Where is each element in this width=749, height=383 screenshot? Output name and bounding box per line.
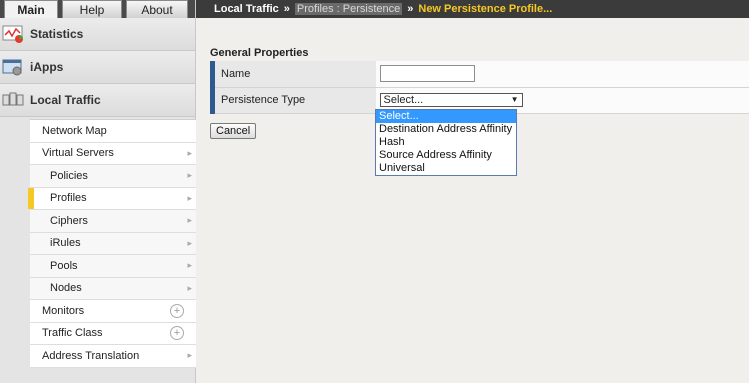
local-traffic-icon	[2, 90, 24, 110]
menu-item-policies[interactable]: Policies ▸	[30, 165, 196, 188]
menu-item-label: Virtual Servers	[42, 147, 114, 160]
chevron-right-icon: ▸	[187, 170, 192, 181]
persistence-type-select[interactable]: Select... ▼	[379, 93, 523, 107]
persistence-type-label: Persistence Type	[210, 87, 376, 114]
tab-about[interactable]: About	[126, 0, 188, 18]
menu-item-label: Ciphers	[50, 214, 88, 227]
nav-section-iapps[interactable]: iApps	[0, 51, 195, 84]
menu-item-label: Policies	[50, 169, 88, 182]
menu-item-ciphers[interactable]: Ciphers ▸	[30, 210, 196, 233]
nav-section-label: Statistics	[30, 27, 84, 41]
chevron-right-icon: ▸	[187, 282, 192, 293]
properties-table: Name Persistence Type Select... ▼	[210, 61, 749, 114]
persistence-type-options: Select... Destination Address Affinity H…	[375, 109, 517, 176]
menu-item-monitors[interactable]: Monitors +	[30, 300, 196, 323]
name-input[interactable]	[379, 65, 475, 83]
iapps-icon	[2, 57, 24, 77]
nav-section-label: Local Traffic	[30, 93, 101, 107]
tab-main[interactable]: Main	[4, 0, 58, 18]
breadcrumb: Local Traffic » Profiles : Persistence »…	[196, 0, 749, 18]
nav-section-label: iApps	[30, 60, 64, 74]
breadcrumb-separator: »	[407, 3, 414, 15]
menu-item-label: Address Translation	[42, 349, 140, 362]
menu-item-label: Profiles	[50, 192, 87, 205]
chevron-right-icon: ▸	[187, 350, 192, 361]
menu-item-label: Pools	[50, 259, 78, 272]
breadcrumb-link-profiles[interactable]: Profiles : Persistence	[294, 3, 403, 15]
name-label: Name	[210, 61, 376, 88]
option-destination-address-affinity[interactable]: Destination Address Affinity	[376, 123, 516, 136]
name-row: Name	[210, 61, 749, 88]
menu-item-label: Nodes	[50, 282, 82, 295]
left-navigation: Main Help About Statistics iApps Local T…	[0, 0, 196, 383]
select-value: Select...	[383, 94, 424, 106]
dropdown-arrow-icon: ▼	[510, 95, 519, 104]
option-universal[interactable]: Universal	[376, 162, 516, 175]
nav-section-statistics[interactable]: Statistics	[0, 18, 195, 51]
breadcrumb-current: New Persistence Profile...	[418, 3, 553, 15]
cancel-button[interactable]: Cancel	[210, 122, 257, 139]
option-select[interactable]: Select...	[376, 110, 516, 123]
option-hash[interactable]: Hash	[376, 136, 516, 149]
chevron-right-icon: ▸	[187, 260, 192, 271]
breadcrumb-separator: »	[283, 3, 290, 15]
menu-item-traffic-class[interactable]: Traffic Class +	[30, 323, 196, 345]
nav-section-local-traffic[interactable]: Local Traffic	[0, 84, 195, 117]
chevron-right-icon: ▸	[187, 215, 192, 226]
top-tabs: Main Help About	[0, 0, 195, 18]
chevron-right-icon: ▸	[187, 147, 192, 158]
menu-item-virtual-servers[interactable]: Virtual Servers ▸	[30, 143, 196, 165]
menu-item-address-translation[interactable]: Address Translation ▸	[30, 345, 196, 368]
menu-item-nodes[interactable]: Nodes ▸	[30, 277, 196, 300]
statistics-icon	[2, 24, 24, 44]
plus-circle-icon[interactable]: +	[170, 303, 184, 318]
local-traffic-submenu: Network Map Virtual Servers ▸ Policies ▸ P…	[28, 119, 196, 368]
menu-item-irules[interactable]: iRules ▸	[30, 232, 196, 255]
menu-item-label: Network Map	[42, 124, 107, 137]
chevron-right-icon: ▸	[187, 237, 192, 248]
breadcrumb-root: Local Traffic	[214, 3, 279, 15]
menu-item-profiles[interactable]: Profiles ▸	[28, 187, 196, 210]
plus-circle-icon[interactable]: +	[170, 326, 184, 341]
menu-item-label: Traffic Class	[42, 327, 103, 340]
option-source-address-affinity[interactable]: Source Address Affinity	[376, 149, 516, 162]
menu-item-pools[interactable]: Pools ▸	[30, 255, 196, 278]
menu-item-network-map[interactable]: Network Map	[30, 120, 196, 143]
tab-help[interactable]: Help	[62, 0, 122, 18]
section-title: General Properties	[210, 47, 309, 59]
menu-item-label: Monitors	[42, 304, 85, 317]
chevron-right-icon: ▸	[187, 192, 192, 203]
menu-item-label: iRules	[50, 237, 81, 250]
